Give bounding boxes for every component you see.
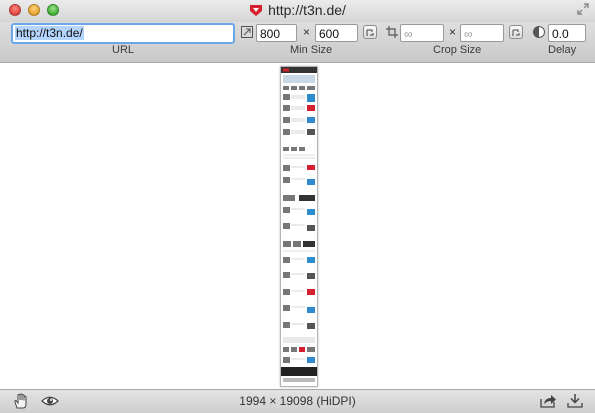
- download-icon[interactable]: [566, 393, 584, 409]
- url-input[interactable]: http://t3n.de/: [11, 23, 235, 44]
- crop-width-input[interactable]: ∞: [400, 24, 444, 42]
- app-window: http://t3n.de/ http://t3n.de/ URL 800 × …: [0, 0, 595, 413]
- image-dimensions-text: 1994 × 19098 (HiDPI): [239, 394, 356, 408]
- page-preview-image: [281, 67, 317, 382]
- url-input-value: http://t3n.de/: [15, 26, 84, 40]
- fullscreen-icon[interactable]: [577, 3, 589, 15]
- crop-icon: [386, 26, 398, 38]
- preview-area: [0, 63, 595, 389]
- swap-size-icon: [366, 29, 374, 36]
- crop-height-input[interactable]: ∞: [460, 24, 504, 42]
- min-width-input[interactable]: 800: [256, 24, 297, 42]
- toolbar: http://t3n.de/ URL 800 × 600 Min Size ∞ …: [0, 22, 595, 63]
- delay-clock-icon: [533, 26, 545, 38]
- status-bar: 1994 × 19098 (HiDPI): [0, 389, 595, 413]
- min-size-label: Min Size: [290, 44, 333, 56]
- delay-label: Delay: [548, 44, 577, 56]
- swap-crop-icon: [512, 29, 520, 36]
- swap-crop-size-button[interactable]: [509, 25, 523, 39]
- min-height-input[interactable]: 600: [315, 24, 358, 42]
- min-size-separator: ×: [303, 25, 311, 39]
- favicon-icon: [250, 5, 263, 16]
- window-title: http://t3n.de/: [268, 2, 346, 18]
- title-bar: http://t3n.de/: [0, 0, 595, 22]
- min-size-icon: [241, 26, 253, 38]
- screenshot-thumbnail[interactable]: [280, 66, 318, 387]
- crop-size-label: Crop Size: [433, 44, 482, 56]
- window-title-wrap: http://t3n.de/: [0, 2, 595, 18]
- share-icon[interactable]: [539, 393, 557, 409]
- crop-size-separator: ×: [449, 25, 457, 39]
- delay-input[interactable]: 0.0: [548, 24, 586, 42]
- url-label: URL: [112, 44, 135, 56]
- swap-min-size-button[interactable]: [363, 25, 377, 39]
